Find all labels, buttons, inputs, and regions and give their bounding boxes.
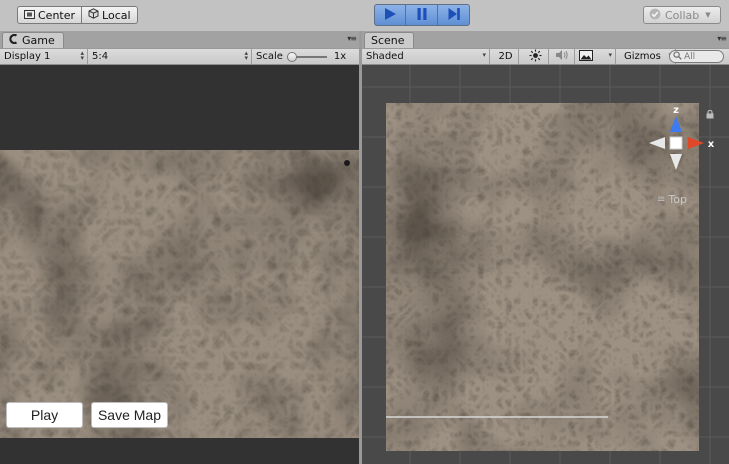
tab-scene-label: Scene xyxy=(371,34,405,47)
sun-icon xyxy=(529,49,542,65)
aspect-label: 5:4 xyxy=(92,51,109,62)
game-panel: Game ▾≡ Display 1 ▴ ▾ 5:4 ▴ ▾ Scale 1x P… xyxy=(0,31,359,464)
collab-label: Collab xyxy=(665,8,700,22)
game-viewport[interactable]: Play Save Map xyxy=(0,65,359,464)
gizmo-center-cube[interactable] xyxy=(669,136,683,150)
dropdown-arrow-icon: ▼ xyxy=(705,11,711,19)
updown-arrow-icon: ▴ ▾ xyxy=(244,49,248,62)
playmode-controls xyxy=(374,4,470,26)
scale-label: Scale xyxy=(256,51,283,62)
play-map-button[interactable]: Play xyxy=(6,402,83,428)
axis-z-label: z xyxy=(673,105,679,116)
gizmos-dropdown[interactable]: Gizmos ▾ xyxy=(620,49,676,64)
menu-lines-icon: ≡ xyxy=(657,194,666,205)
collab-button[interactable]: Collab ▼ xyxy=(643,6,721,24)
lighting-toggle[interactable] xyxy=(523,49,549,64)
tab-game[interactable]: Game xyxy=(2,32,64,48)
pivot-center-icon xyxy=(24,9,35,22)
scene-tab-strip: Scene ▾≡ xyxy=(362,31,729,48)
dropdown-arrow-icon: ▾ xyxy=(608,51,612,59)
shading-label: Shaded xyxy=(366,51,404,62)
pivot-toggle-group: Center Local xyxy=(17,6,138,24)
scene-panel: Scene ▾≡ Shaded ▾ 2D ▾ Gizmos All z x ≡ … xyxy=(362,31,729,464)
display-label: Display 1 xyxy=(4,51,51,62)
scene-viewport[interactable]: z x ≡ Top xyxy=(362,65,729,464)
axis-x-label: x xyxy=(708,139,715,150)
play-icon xyxy=(383,7,397,24)
scene-search-field[interactable]: All xyxy=(669,50,724,63)
pivot-center-label: Center xyxy=(38,8,76,22)
collab-check-icon xyxy=(649,8,661,23)
tab-game-label: Game xyxy=(22,34,55,47)
shading-mode-dropdown[interactable]: Shaded ▾ xyxy=(362,49,490,64)
main-toolbar: Center Local Collab ▼ xyxy=(0,0,729,30)
game-view-toolbar: Display 1 ▴ ▾ 5:4 ▴ ▾ Scale 1x xyxy=(0,48,359,65)
scale-slider[interactable] xyxy=(286,51,327,62)
scale-control: Scale 1x xyxy=(252,49,359,64)
effects-dropdown[interactable]: ▾ xyxy=(575,49,616,64)
game-controller-icon xyxy=(9,33,19,47)
panel-menu-icon[interactable]: ▾≡ xyxy=(717,34,727,43)
display-dropdown[interactable]: Display 1 ▴ ▾ xyxy=(0,49,88,64)
step-icon xyxy=(447,7,461,24)
play-button[interactable] xyxy=(374,4,406,26)
view-orientation-label[interactable]: ≡ Top xyxy=(657,193,687,206)
pause-button[interactable] xyxy=(406,4,438,26)
view-top-label: Top xyxy=(668,193,687,206)
tab-scene[interactable]: Scene xyxy=(364,32,414,48)
dropdown-arrow-icon: ▾ xyxy=(482,51,486,59)
mode-2d-label: 2D xyxy=(498,51,513,62)
axis-negz-cone[interactable] xyxy=(670,154,682,170)
terrain-map xyxy=(0,150,359,438)
audio-toggle[interactable] xyxy=(549,49,575,64)
scene-view-toolbar: Shaded ▾ 2D ▾ Gizmos ▾ xyxy=(362,48,729,65)
aspect-dropdown[interactable]: 5:4 ▴ ▾ xyxy=(88,49,252,64)
panel-menu-icon[interactable]: ▾≡ xyxy=(347,34,357,43)
step-button[interactable] xyxy=(438,4,470,26)
game-tab-strip: Game ▾≡ xyxy=(0,31,359,48)
axis-negx-cone[interactable] xyxy=(649,137,665,149)
pivot-local-label: Local xyxy=(102,8,131,22)
axis-x-cone[interactable] xyxy=(688,137,704,149)
speaker-icon xyxy=(555,49,569,64)
local-cube-icon xyxy=(88,8,99,22)
lock-icon[interactable] xyxy=(706,109,714,122)
search-icon xyxy=(673,50,682,63)
pivot-center-button[interactable]: Center xyxy=(17,6,83,24)
axis-z-cone[interactable] xyxy=(670,116,682,132)
scale-slider-thumb[interactable] xyxy=(286,51,297,62)
gizmos-label: Gizmos xyxy=(624,51,661,62)
image-effects-icon xyxy=(579,49,593,64)
scale-value: 1x xyxy=(333,51,347,62)
toggle-2d-button[interactable]: 2D xyxy=(493,49,519,64)
save-map-button[interactable]: Save Map xyxy=(91,402,168,428)
pivot-local-button[interactable]: Local xyxy=(82,6,138,24)
search-placeholder: All xyxy=(684,51,696,62)
pause-icon xyxy=(415,7,429,24)
orientation-gizmo[interactable]: z x xyxy=(636,102,716,182)
updown-arrow-icon: ▴ ▾ xyxy=(80,49,84,62)
